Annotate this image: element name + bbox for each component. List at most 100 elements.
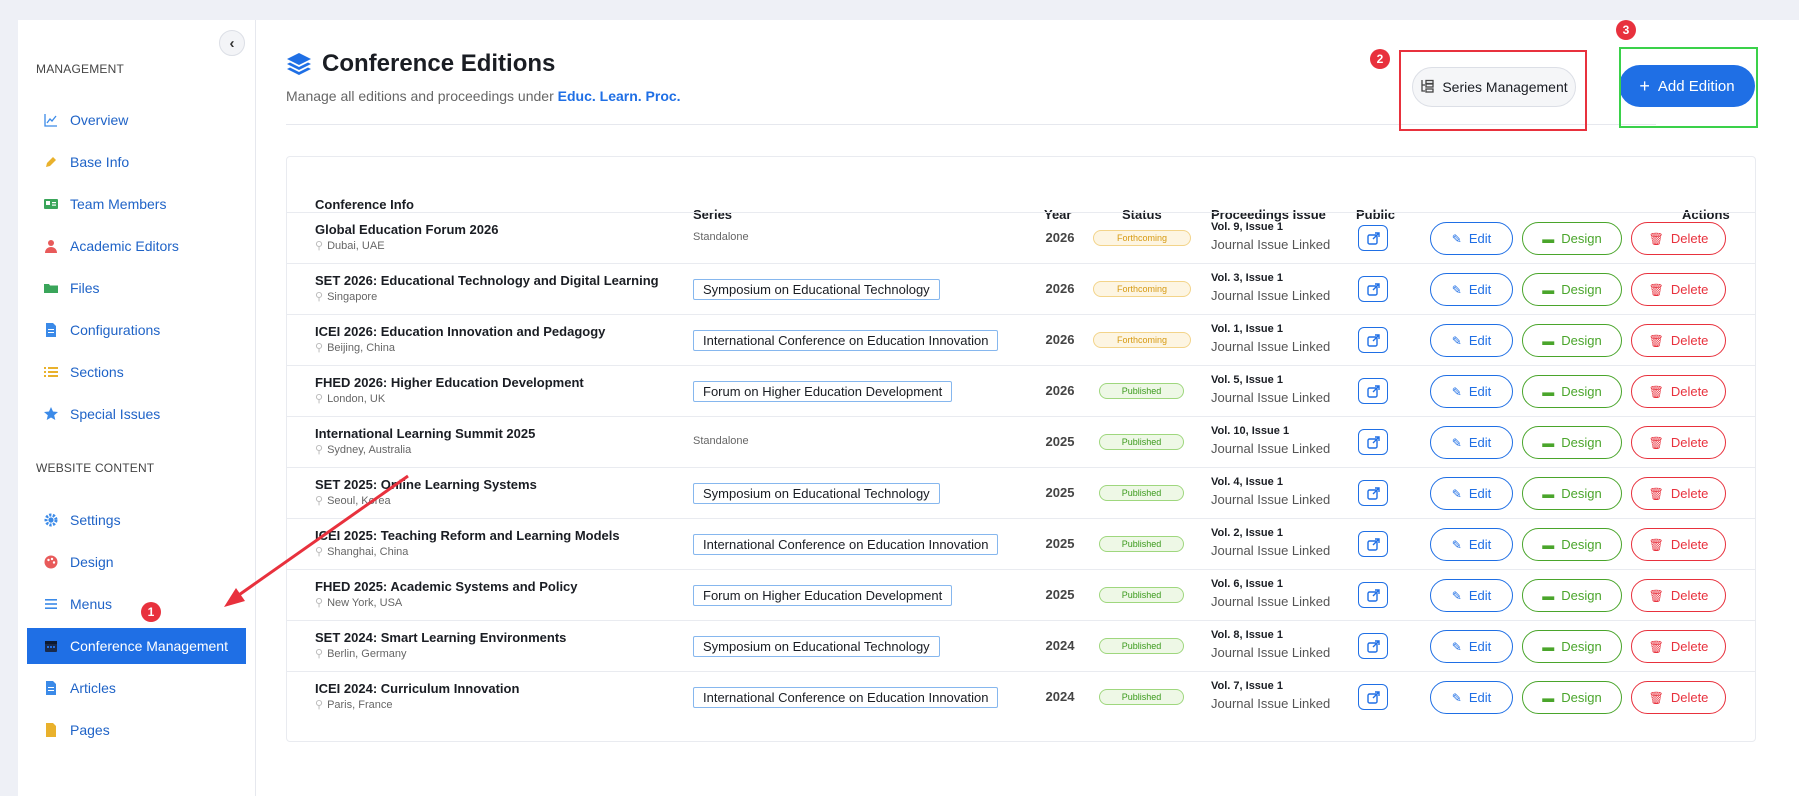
- trash-icon: 🗑: [1648, 435, 1664, 450]
- design-button[interactable]: ▬ Design: [1522, 324, 1622, 357]
- sidebar-item-label: Design: [70, 554, 114, 570]
- folder-icon: [44, 281, 58, 295]
- trash-icon: 🗑: [1648, 231, 1664, 246]
- design-button[interactable]: ▬ Design: [1522, 579, 1622, 612]
- conference-title: ICEI 2026: Education Innovation and Peda…: [315, 324, 606, 339]
- paint-roller-icon: ▬: [1542, 690, 1555, 705]
- conference-location: ⚲ Dubai, UAE: [315, 239, 385, 252]
- menu-icon: [44, 597, 58, 611]
- external-link-icon[interactable]: [1358, 327, 1388, 353]
- external-link-icon[interactable]: [1358, 378, 1388, 404]
- sidebar-item-team-members[interactable]: Team Members: [27, 186, 246, 222]
- sidebar-item-label: Configurations: [70, 322, 161, 338]
- conference-location: ⚲ London, UK: [315, 392, 385, 405]
- conference-title: SET 2025: Online Learning Systems: [315, 477, 537, 492]
- sidebar-item-menus[interactable]: Menus: [27, 586, 246, 622]
- external-link-icon[interactable]: [1358, 429, 1388, 455]
- edit-label: Edit: [1468, 537, 1492, 552]
- delete-button[interactable]: 🗑 Delete: [1631, 630, 1726, 663]
- volume-issue: Vol. 6, Issue 1: [1211, 578, 1283, 590]
- sidebar-item-special-issues[interactable]: Special Issues: [27, 396, 246, 432]
- edit-label: Edit: [1468, 333, 1492, 348]
- conference-location: ⚲ Beijing, China: [315, 341, 395, 354]
- external-link-icon[interactable]: [1358, 633, 1388, 659]
- status-badge: Published: [1099, 383, 1184, 399]
- trash-icon: 🗑: [1648, 537, 1664, 552]
- edit-button[interactable]: ✎ Edit: [1430, 324, 1513, 357]
- editions-table: Conference Info Series Year Status Proce…: [286, 156, 1756, 742]
- delete-button[interactable]: 🗑 Delete: [1631, 426, 1726, 459]
- sidebar-item-configurations[interactable]: Configurations: [27, 312, 246, 348]
- external-link-icon[interactable]: [1358, 225, 1388, 251]
- paint-roller-icon: ▬: [1542, 333, 1555, 348]
- sidebar-item-pages[interactable]: Pages: [27, 712, 246, 748]
- sidebar-item-label: Pages: [70, 722, 110, 738]
- delete-label: Delete: [1670, 486, 1709, 501]
- location-text: Shanghai, China: [327, 546, 409, 558]
- edit-label: Edit: [1468, 231, 1492, 246]
- design-button[interactable]: ▬ Design: [1522, 426, 1622, 459]
- edit-button[interactable]: ✎ Edit: [1430, 375, 1513, 408]
- design-button[interactable]: ▬ Design: [1522, 477, 1622, 510]
- edit-icon: ✎: [1451, 537, 1462, 552]
- page-subtitle: Manage all editions and proceedings unde…: [286, 88, 681, 104]
- conference-title: SET 2024: Smart Learning Environments: [315, 630, 567, 645]
- design-button[interactable]: ▬ Design: [1522, 681, 1622, 714]
- external-link-icon[interactable]: [1358, 582, 1388, 608]
- external-link-icon[interactable]: [1358, 480, 1388, 506]
- design-button[interactable]: ▬ Design: [1522, 273, 1622, 306]
- delete-button[interactable]: 🗑 Delete: [1631, 528, 1726, 561]
- edit-icon: ✎: [1451, 588, 1462, 603]
- edit-button[interactable]: ✎ Edit: [1430, 579, 1513, 612]
- delete-button[interactable]: 🗑 Delete: [1631, 681, 1726, 714]
- status-badge: Published: [1099, 587, 1184, 603]
- delete-button[interactable]: 🗑 Delete: [1631, 222, 1726, 255]
- design-button[interactable]: ▬ Design: [1522, 630, 1622, 663]
- edit-button[interactable]: ✎ Edit: [1430, 630, 1513, 663]
- edit-button[interactable]: ✎ Edit: [1430, 528, 1513, 561]
- sidebar-item-academic-editors[interactable]: Academic Editors: [27, 228, 246, 264]
- paint-roller-icon: ▬: [1542, 384, 1555, 399]
- sidebar-item-conference-management[interactable]: Conference Management: [27, 628, 246, 664]
- design-button[interactable]: ▬ Design: [1522, 528, 1622, 561]
- user-tie-icon: [44, 239, 58, 253]
- sidebar-item-design[interactable]: Design: [27, 544, 246, 580]
- external-link-icon[interactable]: [1358, 684, 1388, 710]
- edit-button[interactable]: ✎ Edit: [1430, 273, 1513, 306]
- page-title: Conference Editions: [286, 50, 555, 78]
- paint-roller-icon: ▬: [1542, 639, 1555, 654]
- delete-button[interactable]: 🗑 Delete: [1631, 324, 1726, 357]
- layers-icon: [286, 51, 312, 77]
- edition-year: 2026: [1045, 332, 1075, 347]
- map-pin-icon: ⚲: [315, 648, 324, 660]
- design-button[interactable]: ▬ Design: [1522, 375, 1622, 408]
- chevron-left-icon[interactable]: ‹: [219, 30, 245, 56]
- sidebar-item-label: Articles: [70, 680, 116, 696]
- sidebar-item-files[interactable]: Files: [27, 270, 246, 306]
- edit-button[interactable]: ✎ Edit: [1430, 222, 1513, 255]
- map-pin-icon: ⚲: [315, 546, 324, 558]
- external-link-icon[interactable]: [1358, 531, 1388, 557]
- external-link-icon[interactable]: [1358, 276, 1388, 302]
- volume-issue: Vol. 4, Issue 1: [1211, 476, 1283, 488]
- design-button[interactable]: ▬ Design: [1522, 222, 1622, 255]
- journal-issue-linked: Journal Issue Linked: [1211, 543, 1331, 558]
- edit-button[interactable]: ✎ Edit: [1430, 681, 1513, 714]
- delete-button[interactable]: 🗑 Delete: [1631, 375, 1726, 408]
- delete-button[interactable]: 🗑 Delete: [1631, 273, 1726, 306]
- sidebar-item-overview[interactable]: Overview: [27, 102, 246, 138]
- sidebar-item-base-info[interactable]: Base Info: [27, 144, 246, 180]
- sidebar-item-settings[interactable]: Settings: [27, 502, 246, 538]
- delete-button[interactable]: 🗑 Delete: [1631, 579, 1726, 612]
- delete-label: Delete: [1670, 282, 1709, 297]
- sidebar-item-articles[interactable]: Articles: [27, 670, 246, 706]
- delete-button[interactable]: 🗑 Delete: [1631, 477, 1726, 510]
- edit-button[interactable]: ✎ Edit: [1430, 426, 1513, 459]
- trash-icon: 🗑: [1648, 588, 1664, 603]
- sidebar-item-sections[interactable]: Sections: [27, 354, 246, 390]
- table-row: ICEI 2026: Education Innovation and Peda…: [287, 314, 1755, 365]
- table-row: ICEI 2024: Curriculum Innovation ⚲ Paris, …: [287, 671, 1755, 722]
- journal-link[interactable]: Educ. Learn. Proc.: [558, 88, 681, 104]
- edit-button[interactable]: ✎ Edit: [1430, 477, 1513, 510]
- location-text: Berlin, Germany: [327, 648, 407, 660]
